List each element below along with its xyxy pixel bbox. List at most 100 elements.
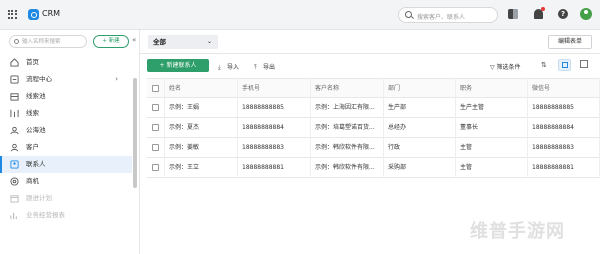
filter-label: 筛选条件 (496, 64, 521, 71)
sidebar-item-workflow[interactable]: 流程中心 › (0, 71, 132, 88)
customer-icon (10, 143, 19, 152)
site-watermark: 维普手游网 (470, 221, 565, 242)
list-toolbar: + 新建联系人 ⤓ 导入 ⤒ 导出 ▽ 筛选条件 ⇅ (140, 54, 600, 76)
cell-department: 采购部 (384, 158, 456, 178)
report-icon (10, 212, 17, 220)
sidebar-item-opportunities[interactable]: 商机 (0, 173, 132, 190)
chevron-right-icon: › (115, 75, 118, 83)
column-header-position[interactable]: 职务 (456, 79, 528, 99)
table-view-icon[interactable] (558, 59, 571, 71)
sidebar-item-customers[interactable]: 客户 (0, 139, 132, 156)
lead-pool-icon (10, 93, 19, 101)
row-checkbox[interactable] (152, 124, 159, 131)
cell-department: 总经办 (384, 118, 456, 138)
column-header-name[interactable]: 姓名 (165, 79, 238, 99)
sidebar-nav: 首页 流程中心 › 线索池 线索 公海池 客户 联系人 商机 跟进计划 业务经营… (0, 54, 132, 224)
table-row[interactable]: 示例：姜敏 18888888883 示例：韩欣软件有限... 行政 主管 188… (147, 138, 600, 158)
sidebar-item-contacts[interactable]: 联系人 (0, 156, 132, 173)
cell-name[interactable]: 示例：王娟 (165, 98, 238, 118)
collapse-sidebar-icon[interactable]: « (132, 36, 136, 44)
table-row[interactable]: 示例：王立 18888888881 示例：韩欣软件有限... 采购部 主管 18… (147, 158, 600, 178)
sidebar-scroll-thumb[interactable] (133, 78, 137, 188)
cell-phone: 18888888884 (238, 118, 311, 138)
sidebar-item-follow-up-plan[interactable]: 跟进计划 (0, 190, 132, 207)
cell-wechat: 18888888884 (528, 118, 600, 138)
table-row[interactable]: 示例：王娟 18888888885 示例：上海因汇有限... 生产部 生产主管 … (147, 98, 600, 118)
sidebar-search-field[interactable] (9, 35, 87, 48)
sidebar-item-leads[interactable]: 线索 (0, 105, 132, 122)
cell-name[interactable]: 示例：夏杰 (165, 118, 238, 138)
cell-customer[interactable]: 示例：上海因汇有限... (311, 98, 384, 118)
column-header-department[interactable]: 部门 (384, 79, 456, 99)
notification-bell-icon[interactable] (534, 7, 545, 19)
cell-wechat: 18888888881 (528, 158, 600, 178)
column-header-customer[interactable]: 客户名称 (311, 79, 384, 99)
home-icon (10, 58, 19, 67)
view-bar: 全部 ⌄ 编辑表单 (140, 30, 600, 54)
sidebar-item-home[interactable]: 首页 (0, 54, 132, 71)
row-checkbox[interactable] (152, 164, 159, 171)
cell-customer[interactable]: 示例：培葛塑诺百货... (311, 118, 384, 138)
cell-name[interactable]: 示例：姜敏 (165, 138, 238, 158)
sort-icon[interactable]: ⇅ (541, 61, 547, 69)
app-title: CRM (42, 9, 61, 18)
sidebar-add-button[interactable]: + 新建 (93, 35, 129, 48)
export-button[interactable]: ⤒ 导出 (254, 62, 275, 72)
contacts-table: 姓名 手机号 客户名称 部门 职务 微信号 示例：王娟 18888888885 … (147, 78, 600, 178)
help-icon[interactable]: ? (558, 9, 568, 19)
sidebar-item-business-report[interactable]: 业务经营报表 (0, 207, 132, 224)
sidebar-item-label: 线索 (26, 109, 39, 117)
column-header-phone[interactable]: 手机号 (238, 79, 311, 99)
row-checkbox[interactable] (152, 144, 159, 151)
sidebar-item-label: 业务经营报表 (26, 211, 65, 219)
sidebar-item-label: 线索池 (26, 92, 46, 100)
select-all-checkbox[interactable] (152, 85, 159, 92)
app-grid-icon[interactable] (8, 10, 17, 19)
user-avatar[interactable] (580, 8, 592, 20)
chevron-down-icon: ⌄ (206, 38, 212, 45)
import-button[interactable]: ⤓ 导入 (218, 62, 239, 72)
cell-position: 主管 (456, 158, 528, 178)
cell-name[interactable]: 示例：王立 (165, 158, 238, 178)
export-label: 导出 (263, 64, 276, 71)
search-icon (14, 39, 19, 44)
cell-phone: 18888888883 (238, 138, 311, 158)
view-select-value: 全部 (153, 38, 166, 46)
row-checkbox[interactable] (152, 104, 159, 111)
workflow-icon (10, 75, 19, 84)
cell-position: 董事长 (456, 118, 528, 138)
opportunity-icon (10, 177, 19, 186)
sidebar-item-lead-pool[interactable]: 线索池 (0, 88, 132, 105)
sidebar-item-label: 首页 (26, 58, 39, 66)
search-icon (405, 11, 412, 18)
cell-customer[interactable]: 示例：韩欣软件有限... (311, 158, 384, 178)
import-label: 导入 (227, 64, 240, 71)
sidebar-item-label: 客户 (26, 143, 39, 151)
view-select[interactable]: 全部 ⌄ (148, 35, 218, 49)
column-header-wechat[interactable]: 微信号 (528, 79, 600, 99)
public-pool-icon (10, 126, 19, 135)
cell-wechat: 18888888885 (528, 98, 600, 118)
new-contact-button[interactable]: + 新建联系人 (147, 59, 209, 72)
cell-wechat: 18888888883 (528, 138, 600, 158)
filter-button[interactable]: ▽ 筛选条件 (490, 62, 521, 71)
sidebar-search-input[interactable] (22, 37, 84, 47)
cell-department: 生产部 (384, 98, 456, 118)
cell-phone: 18888888881 (238, 158, 311, 178)
sidebar-item-label: 商机 (26, 177, 39, 185)
sidebar-item-label: 跟进计划 (26, 194, 52, 202)
global-search-placeholder: 搜索客户、联系人 (417, 14, 466, 21)
top-bar: CRM 搜索客户、联系人 ? (0, 0, 600, 30)
document-icon[interactable] (508, 9, 518, 19)
contact-icon (10, 160, 19, 169)
cell-position: 主管 (456, 138, 528, 158)
table-header-row: 姓名 手机号 客户名称 部门 职务 微信号 (147, 78, 600, 99)
sidebar-item-public-pool[interactable]: 公海池 (0, 122, 132, 139)
edit-form-button[interactable]: 编辑表单 (548, 35, 592, 49)
sidebar: + 新建 « 首页 流程中心 › 线索池 线索 公海池 客户 联 (0, 30, 140, 254)
card-view-icon[interactable] (580, 60, 588, 68)
table-row[interactable]: 示例：夏杰 18888888884 示例：培葛塑诺百货... 总经办 董事长 1… (147, 118, 600, 138)
cell-customer[interactable]: 示例：韩欣软件有限... (311, 138, 384, 158)
sidebar-scrollbar[interactable] (132, 54, 138, 254)
global-search-input[interactable]: 搜索客户、联系人 (398, 7, 498, 23)
